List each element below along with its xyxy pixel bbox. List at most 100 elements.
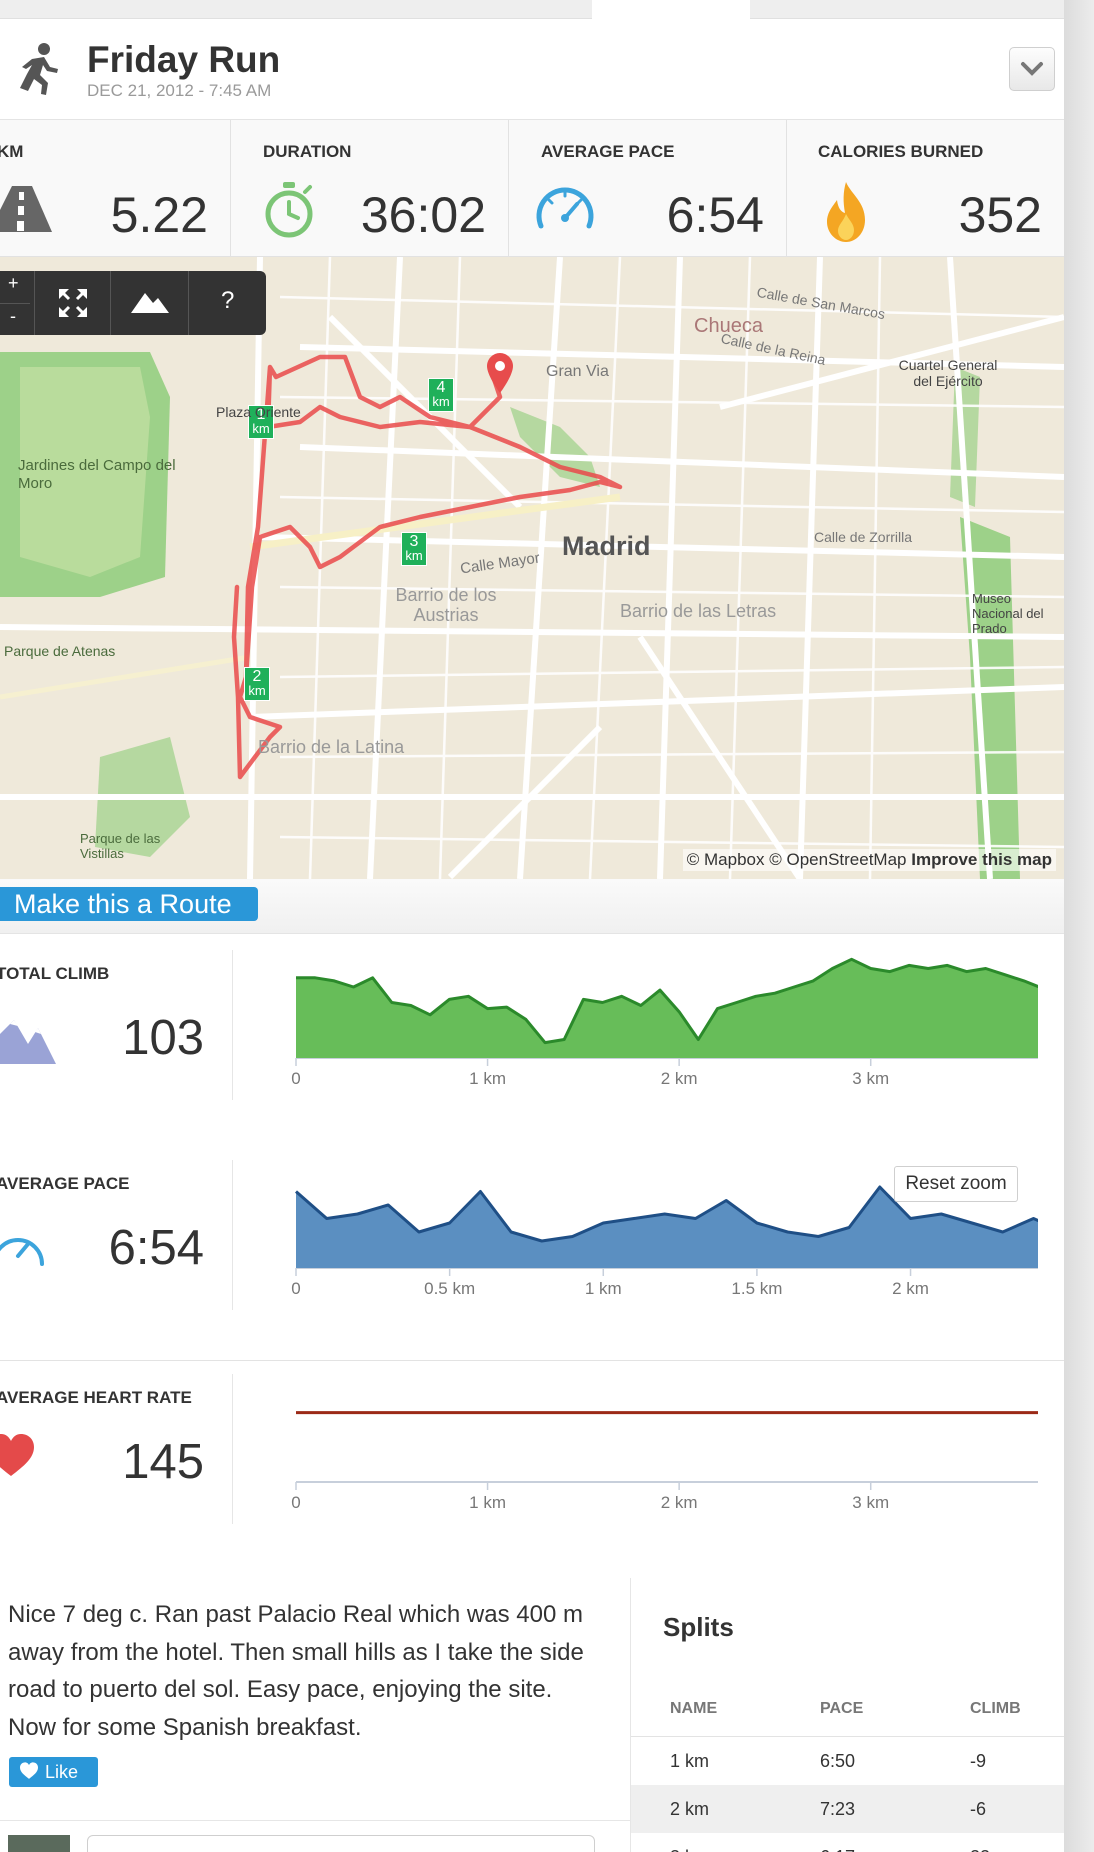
split-climb: 22 xyxy=(969,1833,1064,1852)
climb-section: TOTAL CLIMB 103 01 km2 km3 km4 km5 km xyxy=(0,940,1064,1150)
stat-average-pace: AVERAGE PACE 6:54 xyxy=(509,120,787,256)
chart-tick-label: 1.5 km xyxy=(731,1279,782,1298)
help-button[interactable]: ? xyxy=(188,271,267,335)
map-label-cuartel: Cuartel General del Ejército xyxy=(898,357,998,389)
km-marker-2[interactable]: 2 km xyxy=(244,667,270,701)
chart-tick-label: 0.5 km xyxy=(424,1279,475,1298)
activity-title: Friday Run xyxy=(87,39,281,80)
map-label-barrio-latina: Barrio de la Latina xyxy=(258,737,405,757)
table-row: 1 km 6:50 -9 xyxy=(631,1737,1064,1786)
map-label-jardines: Jardines del Campo del Moro xyxy=(18,457,176,492)
heart-icon xyxy=(0,1434,34,1476)
split-name: 1 km xyxy=(670,1750,710,1771)
stat-label: KM xyxy=(0,142,24,161)
map-label-museo-prado: Museo Nacional del Prado xyxy=(972,591,1044,636)
split-name: 3 km xyxy=(631,1833,819,1852)
activity-header: Friday Run DEC 21, 2012 - 7:45 AM xyxy=(0,19,1064,120)
stats-bar: KM 5.22 DURATION 36:02 AVERAGE PACE 6:54… xyxy=(0,120,1064,257)
column-header-name: NAME xyxy=(631,1682,819,1737)
mountain-icon xyxy=(131,293,169,313)
chart-tick-label: 0 xyxy=(291,1279,300,1298)
heart-rate-summary: AVERAGE HEART RATE 145 xyxy=(0,1374,233,1524)
activity-date: DEC 21, 2012 - 7:45 AM xyxy=(87,81,272,100)
splits-title: Splits xyxy=(663,1612,734,1642)
map-attribution: © Mapbox © OpenStreetMap Improve this ma… xyxy=(682,849,1056,871)
chart-tick-label: 1 km xyxy=(469,1493,506,1512)
route-map[interactable]: 1 km 2 km 3 km 4 km Madrid Chueca Gran V… xyxy=(0,257,1064,879)
map-canvas xyxy=(0,257,1064,879)
splits-header-row: NAME PACE CLIMB xyxy=(631,1682,1064,1737)
route-action-bar: Make this a Route xyxy=(0,879,1064,934)
split-pace: 6:17 xyxy=(819,1833,969,1852)
chart-area-fill xyxy=(296,959,1038,1058)
osm-link[interactable]: © OpenStreetMap xyxy=(769,850,906,869)
section-divider xyxy=(0,1360,1064,1361)
mapbox-link[interactable]: © Mapbox xyxy=(687,850,765,869)
stat-duration: DURATION 36:02 xyxy=(231,120,509,256)
road-icon xyxy=(0,186,52,232)
column-header-climb: CLIMB xyxy=(969,1682,1064,1737)
improve-map-link[interactable]: Improve this map xyxy=(911,850,1052,869)
stat-value: 5.22 xyxy=(110,187,208,243)
heart-rate-chart[interactable]: 01 km2 km3 km4 km5 km xyxy=(278,1364,1038,1524)
finish-marker-icon[interactable] xyxy=(487,353,513,393)
stat-value: 36:02 xyxy=(360,187,486,243)
speedometer-icon xyxy=(0,1238,44,1266)
climb-summary: TOTAL CLIMB 103 xyxy=(0,950,233,1100)
heart-icon xyxy=(20,1762,38,1779)
speedometer-icon xyxy=(536,187,594,229)
map-label-barrio-letras: Barrio de las Letras xyxy=(620,601,777,621)
fullscreen-button[interactable] xyxy=(34,271,111,335)
zoom-out-label: - xyxy=(10,306,16,326)
stat-value: 352 xyxy=(958,187,1042,243)
km-marker-unit: km xyxy=(432,394,450,409)
heart-rate-section: AVERAGE HEART RATE 145 01 km2 km3 km4 km… xyxy=(0,1364,1064,1574)
stat-label: CALORIES BURNED xyxy=(818,142,984,161)
split-climb: -6 xyxy=(969,1785,1064,1833)
options-dropdown-button[interactable] xyxy=(1009,47,1055,91)
split-climb: -9 xyxy=(970,1750,987,1771)
splits-table: NAME PACE CLIMB 1 km 6:50 -9 2 km 7:23 -… xyxy=(631,1682,1064,1852)
climb-chart[interactable]: 01 km2 km3 km4 km5 km xyxy=(278,940,1038,1100)
km-marker-number: 2 xyxy=(252,668,262,685)
runner-icon xyxy=(20,43,58,95)
activity-notes: Nice 7 deg c. Ran past Palacio Real whic… xyxy=(8,1601,584,1741)
map-label-parque-atenas: Parque de Atenas xyxy=(4,643,116,659)
zoom-out-button[interactable]: - xyxy=(0,303,30,336)
split-pace: 7:23 xyxy=(819,1785,969,1833)
terrain-button[interactable] xyxy=(110,271,187,335)
zoom-in-button[interactable]: + xyxy=(0,271,30,303)
climb-value: 103 xyxy=(122,1011,204,1065)
activity-page: Friday Run DEC 21, 2012 - 7:45 AM KM 5.2… xyxy=(0,0,1064,1852)
make-route-button[interactable]: Make this a Route xyxy=(0,887,258,921)
stat-label: AVERAGE PACE xyxy=(541,142,675,161)
comment-row xyxy=(0,1820,630,1852)
km-marker-3[interactable]: 3 km xyxy=(401,532,427,566)
stat-value: 6:54 xyxy=(666,187,764,243)
km-marker-unit: km xyxy=(252,421,270,436)
active-tab[interactable] xyxy=(592,0,750,19)
map-label-barrio-austrias: Barrio de los Austrias xyxy=(395,585,497,625)
chart-tick-label: 1 km xyxy=(469,1069,506,1088)
right-gutter xyxy=(1064,0,1094,1852)
km-marker-unit: km xyxy=(405,548,423,563)
km-marker-number: 3 xyxy=(409,533,419,550)
map-label-gran-via: Gran Via xyxy=(546,363,609,380)
pace-label: AVERAGE PACE xyxy=(0,1174,130,1193)
split-pace: 6:50 xyxy=(820,1750,856,1771)
splits-panel: Splits NAME PACE CLIMB 1 km 6:50 -9 2 km… xyxy=(630,1578,1064,1852)
like-button[interactable]: Like xyxy=(9,1757,98,1787)
km-marker-4[interactable]: 4 km xyxy=(428,378,454,412)
reset-zoom-button[interactable]: Reset zoom xyxy=(894,1166,1018,1202)
avatar xyxy=(8,1835,70,1852)
table-row: 3 km 6:17 22 xyxy=(631,1833,1064,1852)
comment-input[interactable] xyxy=(87,1835,595,1852)
stat-calories: CALORIES BURNED 352 xyxy=(787,120,1064,256)
mountains-icon xyxy=(0,1020,56,1064)
heart-rate-value: 145 xyxy=(122,1435,204,1489)
chart-tick-label: 2 km xyxy=(661,1069,698,1088)
km-marker-number: 4 xyxy=(436,379,446,396)
heart-rate-label: AVERAGE HEART RATE xyxy=(0,1388,192,1407)
flame-icon xyxy=(827,182,865,242)
chart-tick-label: 3 km xyxy=(852,1493,889,1512)
